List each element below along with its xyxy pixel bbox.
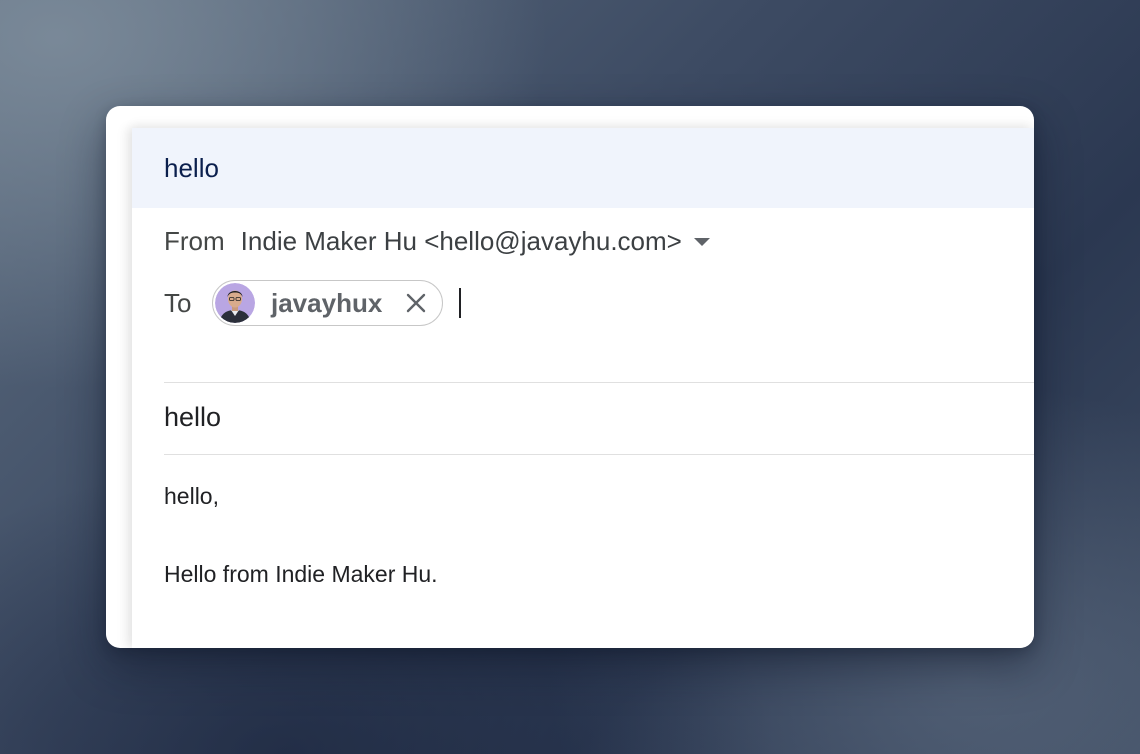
close-icon[interactable] <box>404 291 428 315</box>
chevron-down-icon[interactable] <box>693 237 710 246</box>
body-line[interactable]: hello, <box>164 483 219 510</box>
subject-field[interactable]: hello <box>164 402 221 433</box>
from-row: From Indie Maker Hu <hello@javayhu.com> <box>164 226 710 257</box>
body-line[interactable]: Hello from Indie Maker Hu. <box>164 561 438 588</box>
from-selector[interactable]: Indie Maker Hu <hello@javayhu.com> <box>241 226 682 257</box>
compose-panel: hello From Indie Maker Hu <hello@javayhu… <box>132 128 1034 648</box>
compose-title-bar[interactable]: hello <box>132 128 1034 208</box>
to-row: To javayhux <box>164 280 462 326</box>
divider <box>164 382 1034 383</box>
compose-title: hello <box>164 152 219 183</box>
to-label: To <box>164 287 192 318</box>
recipient-name: javayhux <box>271 287 383 318</box>
recipient-input-cursor[interactable] <box>459 288 462 318</box>
divider <box>164 454 1034 455</box>
recipient-chip[interactable]: javayhux <box>212 280 444 326</box>
compose-window: hello From Indie Maker Hu <hello@javayhu… <box>106 106 1034 648</box>
from-label: From <box>164 226 225 256</box>
avatar <box>215 283 255 323</box>
